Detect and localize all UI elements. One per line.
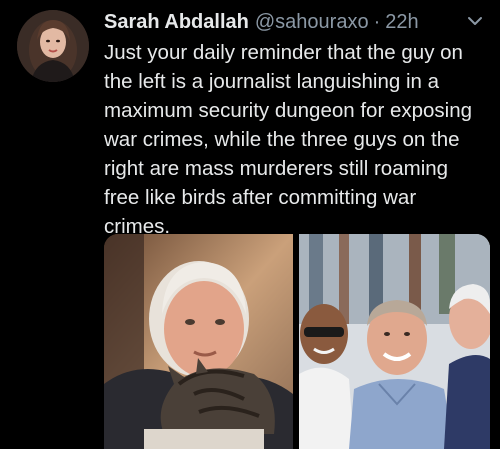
author-handle[interactable]: @sahouraxo xyxy=(255,11,369,34)
man-with-cat-image xyxy=(104,234,293,449)
avatar[interactable] xyxy=(17,10,89,82)
three-men-smiling-image xyxy=(299,234,490,449)
author-name[interactable]: Sarah Abdallah xyxy=(104,11,249,34)
photo-man-with-cat[interactable] xyxy=(104,234,293,449)
separator-dot: · xyxy=(373,11,381,33)
tweet-media[interactable] xyxy=(104,234,490,449)
chevron-down-icon[interactable] xyxy=(466,14,484,28)
tweet-text: Just your daily reminder that the guy on… xyxy=(104,41,473,238)
timestamp[interactable]: 22h xyxy=(385,11,418,34)
photo-three-men-smiling[interactable] xyxy=(299,234,490,449)
tweet-header: Sarah Abdallah @sahouraxo · 22h xyxy=(104,11,419,37)
tweet[interactable]: Sarah Abdallah @sahouraxo · 22h Just you… xyxy=(0,0,500,449)
profile-avatar-icon xyxy=(17,10,89,82)
